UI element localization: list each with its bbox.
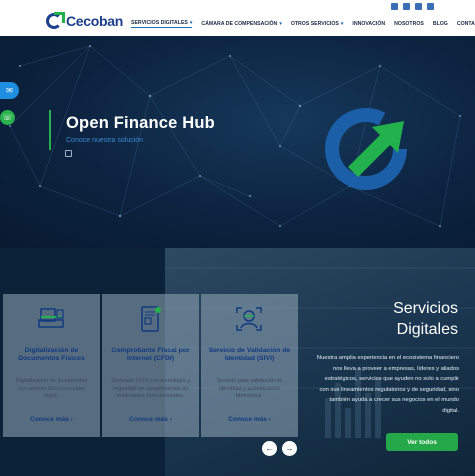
services-heading-line1: Servicios: [393, 300, 458, 317]
services-section: Digitalización de Documentos Físicos Dig…: [0, 248, 475, 476]
cecoban-logo[interactable]: Cecoban: [46, 12, 123, 30]
card-title: Comprobante Fiscal por Internet (CFDI): [111, 347, 190, 362]
services-description: Nuestra amplia experiencia en el ecosist…: [316, 355, 459, 414]
chevron-right-icon: ›: [70, 416, 73, 423]
card-title: Digitalización de Documentos Físicos: [18, 347, 85, 362]
site-header: Cecoban SERVICIOS DIGITALES ▾ CÁMARA DE …: [0, 0, 475, 36]
chevron-down-icon: ▾: [279, 21, 282, 27]
card-link-label: Conoce más: [129, 416, 168, 423]
whatsapp-contact-button[interactable]: ☏: [0, 110, 15, 125]
ver-todos-button[interactable]: Ver todos: [386, 433, 458, 451]
nav-item-nosotros[interactable]: NOSOTROS: [394, 20, 424, 28]
email-contact-button[interactable]: ✉: [0, 82, 19, 99]
card-description: Digitalización de documentos con soporte…: [15, 378, 88, 399]
nav-item-label: OTROS SERVICIOS: [290, 21, 339, 27]
card-link[interactable]: Conoce más ›: [3, 416, 100, 423]
carousel-prev-button[interactable]: ←: [262, 441, 277, 456]
linkedin-icon[interactable]: [427, 3, 434, 10]
card-title: Servicio de Validación de Identidad (SIV…: [208, 347, 291, 362]
service-card[interactable]: Comprobante Fiscal por Internet (CFDI) T…: [102, 294, 199, 437]
envelope-icon: ✉: [6, 86, 13, 95]
whatsapp-icon: ☏: [2, 113, 13, 122]
nav-item-otros-servicios[interactable]: OTROS SERVICIOS ▾: [291, 20, 344, 28]
hero-banner: Open Finance Hub Conoce nuestra solución: [0, 36, 475, 248]
carousel-next-button[interactable]: →: [282, 441, 297, 456]
service-card[interactable]: Servicio de Validación de Identidad (SIV…: [201, 294, 298, 437]
hero-subtitle-link[interactable]: Conoce nuestra solución: [66, 137, 143, 144]
document-scanner-icon: [38, 308, 64, 328]
card-description: Timbrado CFDI con tecnología y seguridad…: [111, 378, 190, 399]
chevron-down-icon: ▾: [189, 20, 193, 26]
chevron-right-icon: ›: [268, 416, 271, 423]
face-recognition-icon: [236, 307, 262, 331]
nav-item-label: SERVICIOS DIGITALES: [131, 20, 188, 26]
invoice-qr-icon: [141, 306, 161, 332]
card-link[interactable]: Conoce más ›: [201, 416, 298, 423]
social-links: [391, 3, 434, 10]
arrow-left-icon: ←: [265, 444, 274, 453]
services-heading: Servicios Digitales: [393, 298, 458, 340]
chevron-right-icon: ›: [169, 416, 172, 423]
facebook-icon[interactable]: [403, 3, 410, 10]
nav-item-camara-de-compensacion[interactable]: CÁMARA DE COMPENSACIÓN ▾: [201, 20, 281, 28]
cecoban-emblem-icon: [325, 108, 407, 190]
services-heading-line2: Digitales: [396, 321, 458, 338]
nav-item-contacto[interactable]: CONTACTO: [457, 20, 475, 28]
youtube-icon[interactable]: [415, 3, 422, 10]
service-card[interactable]: Digitalización de Documentos Físicos Dig…: [3, 294, 100, 437]
card-link-label: Conoce más: [228, 416, 267, 423]
carousel-controls: ← →: [262, 441, 297, 456]
card-link-label: Conoce más: [30, 416, 69, 423]
nav-item-servicios-digitales[interactable]: SERVICIOS DIGITALES ▾: [131, 20, 193, 28]
cecoban-logo-mark-icon: [46, 12, 65, 29]
card-link[interactable]: Conoce más ›: [102, 416, 199, 423]
nav-item-label: CÁMARA DE COMPENSACIÓN: [201, 21, 278, 27]
nav-item-blog[interactable]: BLOG: [433, 20, 448, 28]
hero-accent-bar: [49, 110, 51, 150]
pause-icon[interactable]: [65, 150, 72, 157]
card-description: Servicio para validación de identidad y …: [216, 378, 283, 399]
hero-title: Open Finance Hub: [66, 114, 215, 132]
nav-item-innovacion[interactable]: INNOVACIÓN: [352, 20, 385, 28]
twitter-icon[interactable]: [391, 3, 398, 10]
chevron-down-icon: ▾: [340, 21, 344, 27]
main-nav: SERVICIOS DIGITALES ▾ CÁMARA DE COMPENSA…: [131, 20, 475, 28]
logo-text: Cecoban: [66, 13, 124, 29]
arrow-right-icon: →: [285, 444, 294, 453]
